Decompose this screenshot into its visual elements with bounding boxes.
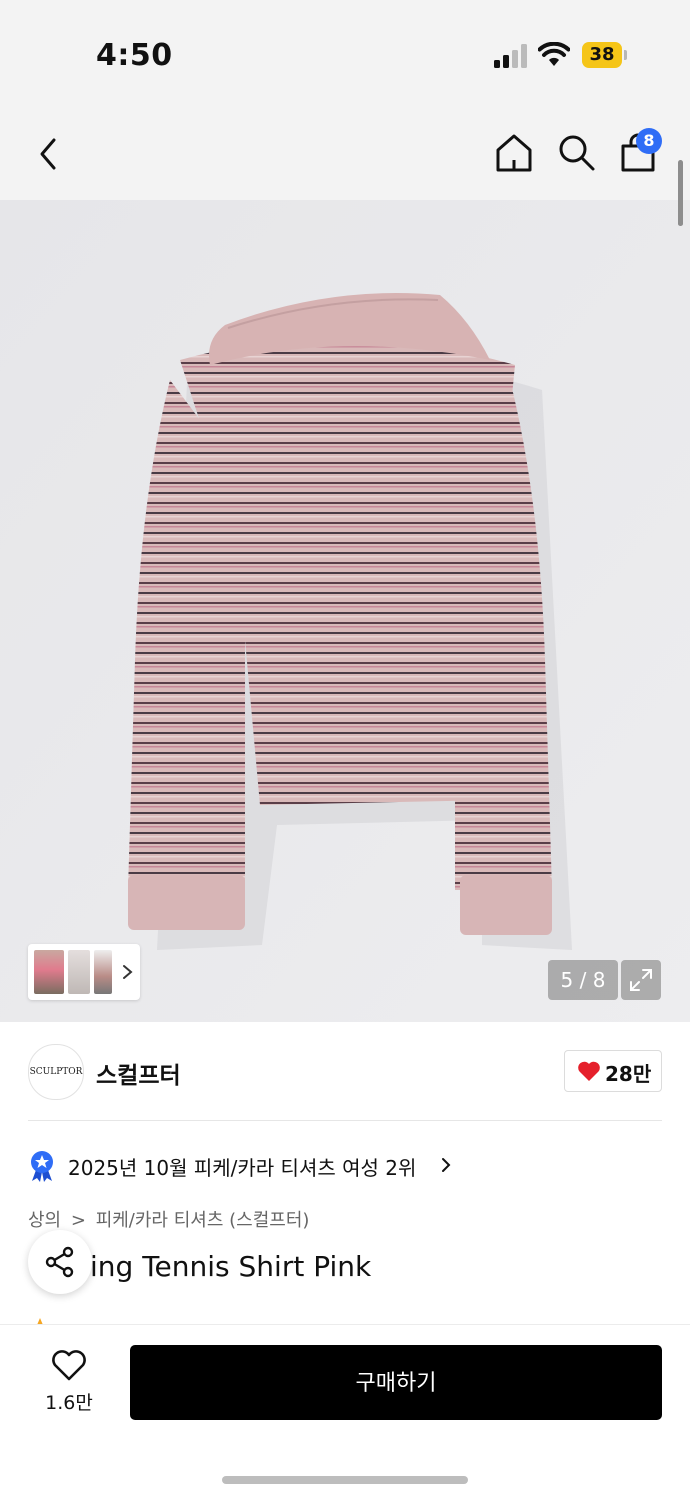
top-nav-bar	[0, 110, 690, 200]
ranking-link[interactable]: 2025년 10월 피케/카라 티셔츠 여성 2위	[28, 1148, 488, 1182]
brand-like-button[interactable]: 28만	[564, 1050, 662, 1092]
wifi-icon	[538, 42, 570, 66]
brand-logo[interactable]: SCULPTOR	[28, 1044, 84, 1100]
ranking-medal-icon	[31, 1151, 53, 1182]
home-icon[interactable]	[494, 132, 534, 172]
product-image[interactable]	[0, 200, 690, 1022]
share-button[interactable]	[28, 1230, 92, 1294]
battery-icon: 38	[582, 42, 628, 68]
heart-outline-icon[interactable]	[50, 1348, 88, 1382]
wish-count: 1.6만	[45, 1392, 93, 1414]
search-icon[interactable]	[556, 132, 596, 172]
thumbnail-strip[interactable]	[28, 944, 140, 1000]
heart-filled-icon	[578, 1061, 600, 1081]
section-divider	[28, 1120, 662, 1121]
thumbnail-2[interactable]	[68, 950, 90, 994]
page-scrollbar[interactable]	[678, 160, 683, 226]
expand-button[interactable]	[621, 960, 661, 1000]
status-time: 4:50	[96, 38, 173, 73]
product-title-text: ing Tennis Shirt Pink	[90, 1250, 372, 1283]
brand-name[interactable]: 스컬프터	[96, 1056, 181, 1090]
home-indicator	[222, 1476, 468, 1484]
breadcrumb-item-category[interactable]: 피케/카라 티셔츠 (스컬프터)	[96, 1210, 310, 1231]
image-counter: 5 / 8	[548, 960, 618, 1000]
ranking-text: 2025년 10월 피케/카라 티셔츠 여성 2위	[68, 1156, 417, 1180]
back-icon[interactable]	[30, 132, 66, 176]
chevron-right-icon[interactable]	[120, 958, 136, 986]
breadcrumb-separator: >	[70, 1210, 86, 1231]
thumbnail-3[interactable]	[94, 950, 112, 994]
thumbnail-1[interactable]	[34, 950, 64, 994]
breadcrumb-item-top[interactable]: 상의	[28, 1210, 61, 1231]
cart-count-badge: 8	[636, 128, 662, 154]
cellular-signal-icon	[494, 44, 527, 68]
battery-tip	[624, 50, 627, 60]
breadcrumb: 상의 > 피케/카라 티셔츠 (스컬프터)	[28, 1206, 313, 1232]
brand-like-count: 28만	[605, 1062, 652, 1086]
battery-percent: 38	[589, 44, 615, 65]
status-bar: 4:50 38	[0, 0, 690, 110]
product-photo-shirt	[0, 200, 690, 1022]
chevron-right-icon	[442, 1158, 451, 1172]
expand-icon	[630, 969, 652, 991]
share-icon	[45, 1246, 74, 1278]
buy-button[interactable]: 구매하기	[130, 1345, 662, 1420]
